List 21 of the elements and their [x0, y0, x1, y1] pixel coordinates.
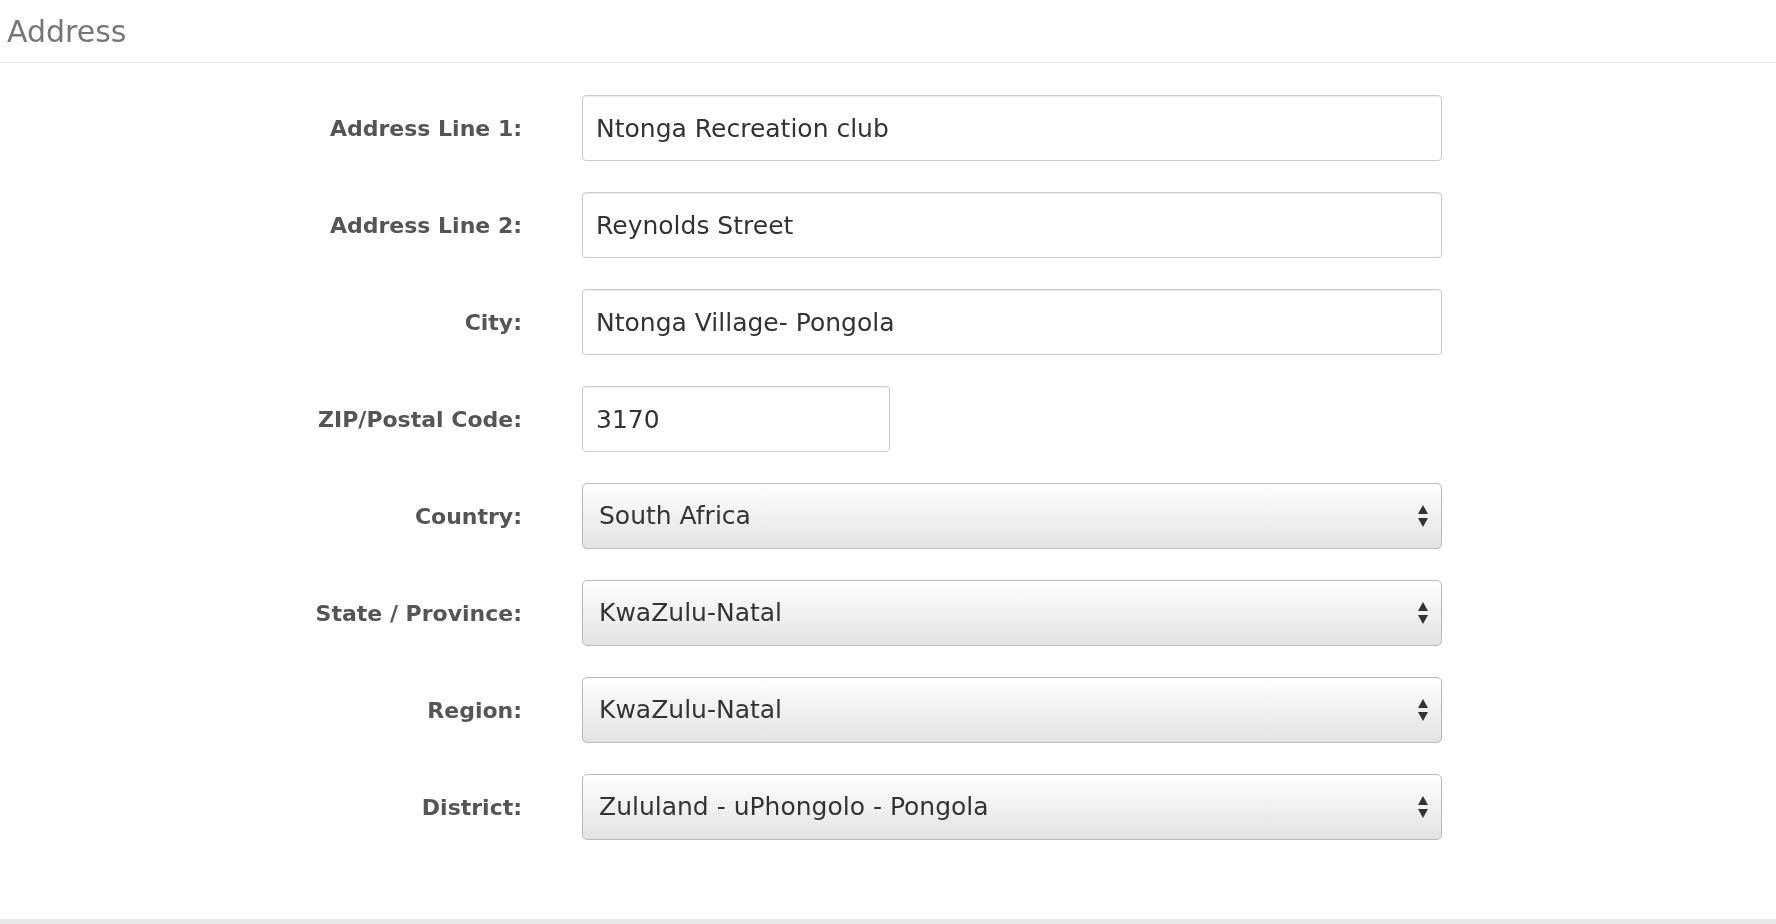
field-label: Address Line 2: [328, 211, 522, 240]
field-label: State / Province: [314, 599, 522, 628]
text-field[interactable]: 3170 [582, 386, 890, 452]
dropdown[interactable]: KwaZulu-Natal [582, 580, 1442, 646]
field-label: Address Line 1: [328, 114, 522, 143]
dropdown[interactable]: South Africa [582, 483, 1442, 549]
up-down-arrows-icon [1417, 795, 1429, 819]
up-down-arrows-icon [1417, 601, 1429, 625]
field-label: ZIP/Postal Code: [317, 405, 522, 434]
dropdown[interactable]: Zululand - uPhongolo - Pongola [582, 774, 1442, 840]
field-label: Region: [426, 696, 522, 725]
section-title: Address [7, 12, 127, 51]
up-down-arrows-icon [1417, 698, 1429, 722]
field-label: City: [463, 308, 522, 337]
field-label: Country: [413, 502, 522, 531]
dropdown[interactable]: KwaZulu-Natal [582, 677, 1442, 743]
up-down-arrows-icon [1417, 504, 1429, 528]
text-field[interactable]: Ntonga Recreation club [582, 95, 1442, 161]
text-field[interactable]: Reynolds Street [582, 192, 1442, 258]
text-field[interactable]: Ntonga Village- Pongola [582, 289, 1442, 355]
field-label: District: [420, 793, 522, 822]
